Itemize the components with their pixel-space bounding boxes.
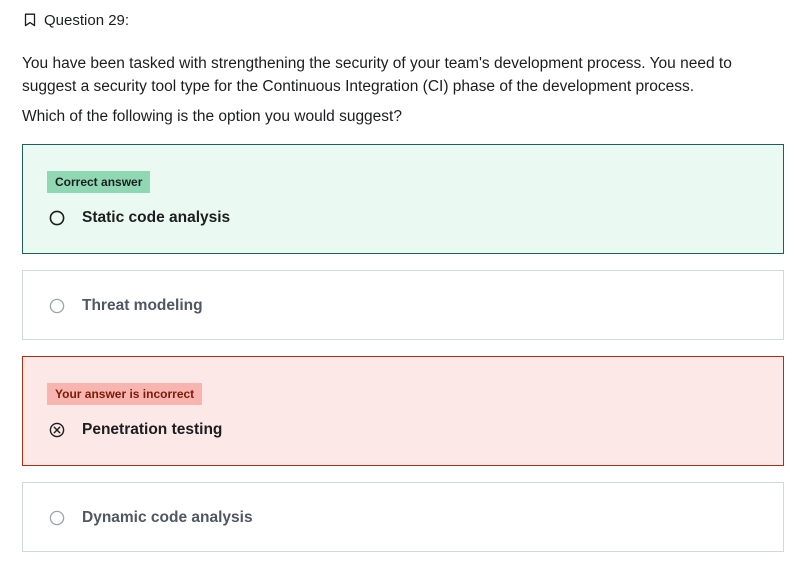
answer-option-row[interactable]: Threat modeling	[49, 297, 203, 315]
question-prompt: You have been tasked with strengthening …	[22, 52, 782, 128]
bookmark-icon[interactable]	[24, 13, 36, 27]
question-ask: Which of the following is the option you…	[22, 108, 402, 125]
question-header: Question 29:	[24, 10, 129, 30]
answer-option-label: Threat modeling	[82, 297, 203, 314]
question-title: Question 29:	[44, 11, 130, 29]
answer-option-row[interactable]: Dynamic code analysis	[49, 509, 253, 527]
radio-empty-icon[interactable]	[49, 510, 65, 526]
x-circle-icon[interactable]	[49, 422, 65, 438]
answer-option-label: Penetration testing	[82, 421, 223, 438]
answer-option-row[interactable]: Penetration testing	[49, 421, 222, 439]
answer-option[interactable]: Dynamic code analysis	[22, 482, 784, 552]
incorrect-answer-badge: Your answer is incorrect	[47, 383, 203, 405]
answer-option-row[interactable]: Static code analysis	[49, 209, 230, 227]
radio-empty-icon[interactable]	[49, 298, 65, 314]
question-paragraph: You have been tasked with strengthening …	[22, 55, 732, 95]
answer-option[interactable]: Threat modeling	[22, 270, 784, 340]
answer-option-label: Dynamic code analysis	[82, 509, 253, 526]
answer-option-incorrect[interactable]: Your answer is incorrect Penetration tes…	[22, 356, 784, 466]
correct-answer-badge: Correct answer	[47, 171, 151, 193]
radio-empty-icon[interactable]	[49, 210, 65, 226]
answer-option-correct[interactable]: Correct answer Static code analysis	[22, 144, 784, 254]
answer-option-label: Static code analysis	[82, 209, 231, 226]
